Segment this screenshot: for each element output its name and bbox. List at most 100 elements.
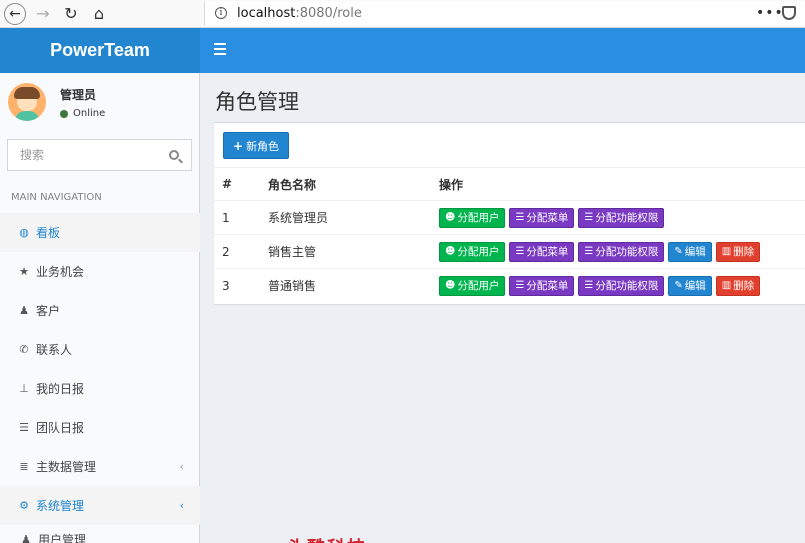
list-icon: ☰ (515, 280, 525, 292)
new-role-label: 新角色 (246, 139, 280, 153)
row-name: 销售主管 (260, 234, 431, 269)
col-header-actions: 操作 (431, 167, 805, 201)
sidebar-item-label: 客户 (36, 304, 61, 318)
trash-icon: ▥ (721, 280, 732, 292)
pencil-icon: ✎ (674, 280, 683, 292)
sidebar-subitem-users[interactable]: ♟ 用户管理 (0, 525, 200, 543)
btn-label: 分配菜单 (526, 246, 569, 258)
reload-icon[interactable]: ↻ (60, 3, 82, 25)
assign-users-button[interactable]: ☻ 分配用户 (439, 207, 506, 228)
top-navbar (200, 28, 805, 73)
assign-permissions-button[interactable]: ☰ 分配功能权限 (578, 241, 665, 262)
assign-menu-button[interactable]: ☰ 分配菜单 (509, 275, 575, 296)
site-info-icon[interactable]: i (215, 7, 227, 19)
new-role-button[interactable]: + 新角色 (223, 132, 290, 159)
btn-label: 分配功能权限 (595, 280, 659, 293)
delete-button[interactable]: ▥ 删除 (715, 275, 761, 296)
table-row: 1 系统管理员 ☻ 分配用户 ☰ 分配菜单 ☰ 分配功能权限 (214, 200, 805, 235)
list-icon: ☰ (584, 212, 594, 223)
btn-label: 分配功能权限 (595, 212, 659, 224)
btn-label: 分配用户 (457, 246, 500, 258)
sidebar-item-label: 我的日报 (36, 382, 85, 396)
home-icon[interactable]: ⌂ (88, 3, 110, 25)
assign-users-button[interactable]: ☻ 分配用户 (439, 275, 506, 296)
btn-label: 分配用户 (457, 280, 500, 293)
database-icon: ≣ (19, 460, 29, 473)
user-panel: 管理员 Online (0, 73, 200, 133)
browser-toolbar: ← → ↻ ⌂ i localhost:8080/role ••• (0, 0, 805, 28)
trash-icon: ▥ (721, 246, 732, 257)
sidebar-item-master-data[interactable]: ≣ 主数据管理 ‹ (0, 447, 200, 486)
search-input[interactable] (8, 148, 158, 162)
gears-icon: ⚙ (19, 499, 29, 512)
user-status: Online (60, 108, 105, 119)
search-icon[interactable] (169, 150, 179, 160)
list-icon: ☰ (19, 421, 29, 434)
forward-arrow-icon[interactable]: → (32, 3, 54, 25)
sidebar-subitem-label: 用户管理 (38, 532, 87, 543)
col-header-id: # (214, 167, 260, 201)
sidebar-item-contacts[interactable]: ✆ 联系人 (0, 330, 200, 369)
assign-users-button[interactable]: ☻ 分配用户 (439, 241, 506, 262)
sidebar-item-opportunities[interactable]: ★ 业务机会 (0, 252, 200, 291)
sidebar-item-my-daily[interactable]: ⊥ 我的日报 (0, 369, 200, 408)
btn-label: 编辑 (684, 280, 706, 293)
sidebar-item-label: 联系人 (36, 343, 73, 357)
assign-permissions-button[interactable]: ☰ 分配功能权限 (578, 275, 665, 296)
delete-button[interactable]: ▥ 删除 (715, 241, 761, 262)
role-table: # 角色名称 操作 1 系统管理员 ☻ 分配用户 ☰ 分配菜单 ☰ 分配功能权限 2 (214, 167, 805, 303)
row-actions: ☻ 分配用户 ☰ 分配菜单 ☰ 分配功能权限 ✎ 编辑 ▥ 删除 (431, 234, 805, 269)
back-arrow-icon[interactable]: ← (4, 2, 26, 25)
url-host: localhost (237, 5, 296, 21)
sidebar: 管理员 Online MAIN NAVIGATION ◍ 看板 ★ 业务机会 ♟… (0, 73, 200, 543)
plus-icon: + (233, 138, 244, 153)
sidebar-menu: ◍ 看板 ★ 业务机会 ♟ 客户 ✆ 联系人 ⊥ 我的日报 ☰ 团队日报 ≣ 主… (0, 213, 200, 543)
btn-label: 分配菜单 (526, 280, 569, 293)
edit-button[interactable]: ✎ 编辑 (668, 241, 712, 262)
nav-header: MAIN NAVIGATION (11, 192, 102, 203)
sidebar-item-customers[interactable]: ♟ 客户 (0, 291, 200, 330)
pin-icon: ⊥ (19, 382, 29, 395)
table-header-row: # 角色名称 操作 (214, 167, 805, 201)
sidebar-item-label: 团队日报 (36, 421, 85, 435)
edit-button[interactable]: ✎ 编辑 (668, 275, 712, 296)
assign-permissions-button[interactable]: ☰ 分配功能权限 (578, 207, 665, 228)
sidebar-item-team-daily[interactable]: ☰ 团队日报 (0, 408, 200, 447)
users-icon: ☻ (445, 246, 456, 257)
col-header-name: 角色名称 (260, 167, 431, 201)
btn-label: 分配功能权限 (595, 246, 659, 258)
list-icon: ☰ (515, 246, 525, 257)
row-id: 3 (214, 268, 260, 303)
user-icon: ♟ (19, 304, 29, 317)
list-icon: ☰ (584, 280, 594, 292)
list-icon: ☰ (584, 246, 594, 257)
assign-menu-button[interactable]: ☰ 分配菜单 (509, 241, 575, 262)
sidebar-item-system[interactable]: ⚙ 系统管理 ‹ (0, 486, 200, 525)
user-status-text: Online (73, 108, 106, 119)
assign-menu-button[interactable]: ☰ 分配菜单 (509, 207, 575, 228)
row-name: 普通销售 (260, 268, 431, 303)
btn-label: 分配用户 (457, 212, 500, 224)
row-actions: ☻ 分配用户 ☰ 分配菜单 ☰ 分配功能权限 ✎ 编辑 ▥ 删除 (431, 268, 805, 303)
pocket-icon[interactable] (782, 6, 796, 20)
user-icon: ♟ (21, 532, 31, 543)
sidebar-item-label: 主数据管理 (36, 460, 97, 474)
url-bar[interactable]: i localhost:8080/role (204, 1, 805, 25)
phone-icon: ✆ (19, 343, 29, 356)
list-icon: ☰ (515, 212, 525, 223)
sidebar-item-dashboard[interactable]: ◍ 看板 (0, 213, 200, 252)
btn-label: 删除 (733, 246, 755, 258)
row-actions: ☻ 分配用户 ☰ 分配菜单 ☰ 分配功能权限 (431, 200, 805, 235)
sidebar-toggle-icon[interactable] (214, 43, 226, 55)
sidebar-item-label: 看板 (36, 226, 61, 240)
brand-logo[interactable]: PowerTeam (0, 28, 200, 73)
page-actions-menu-icon[interactable]: ••• (756, 5, 784, 21)
users-icon: ☻ (445, 280, 456, 292)
chevron-left-icon: ‹ (179, 460, 184, 473)
table-row: 3 普通销售 ☻ 分配用户 ☰ 分配菜单 ☰ 分配功能权限 ✎ 编辑 ▥ 删除 (214, 268, 805, 303)
btn-label: 删除 (733, 280, 755, 293)
star-icon: ★ (19, 265, 29, 278)
table-row: 2 销售主管 ☻ 分配用户 ☰ 分配菜单 ☰ 分配功能权限 ✎ 编辑 ▥ 删除 (214, 234, 805, 269)
watermark-text: 头酷科技 (287, 534, 367, 543)
row-name: 系统管理员 (260, 200, 431, 235)
